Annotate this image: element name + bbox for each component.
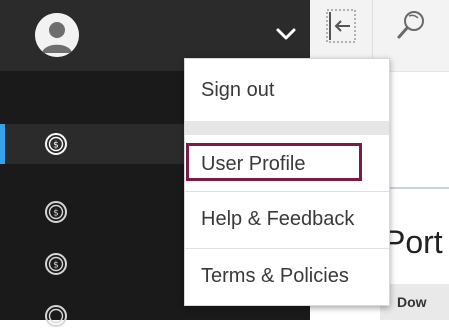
- menu-separator: [185, 121, 389, 135]
- chevron-down-icon[interactable]: [275, 26, 297, 42]
- svg-text:$: $: [53, 261, 59, 271]
- svg-text:$: $: [53, 209, 59, 219]
- search-icon[interactable]: [394, 7, 428, 45]
- user-avatar-icon[interactable]: [35, 13, 79, 57]
- page-title: Port: [384, 224, 443, 260]
- active-indicator: [0, 124, 5, 164]
- menu-divider: [185, 248, 389, 249]
- svg-text:$: $: [53, 141, 59, 151]
- table-column-header[interactable]: Dow: [397, 295, 427, 309]
- dollar-coin-icon: $: [45, 201, 67, 223]
- user-menu-dropdown: Sign out User Profile Help & Feedback Te…: [184, 58, 390, 306]
- highlight-box: [186, 143, 362, 181]
- dollar-coin-icon: $: [45, 253, 67, 275]
- page-divider: [380, 187, 449, 189]
- dollar-coin-icon: [45, 305, 67, 327]
- menu-divider: [185, 191, 389, 192]
- menu-item-sign-out[interactable]: Sign out: [201, 80, 274, 100]
- dollar-coin-icon: $: [45, 133, 67, 155]
- menu-item-terms-policies[interactable]: Terms & Policies: [201, 266, 349, 286]
- collapse-panel-icon[interactable]: [324, 6, 358, 46]
- menu-item-help-feedback[interactable]: Help & Feedback: [201, 209, 354, 229]
